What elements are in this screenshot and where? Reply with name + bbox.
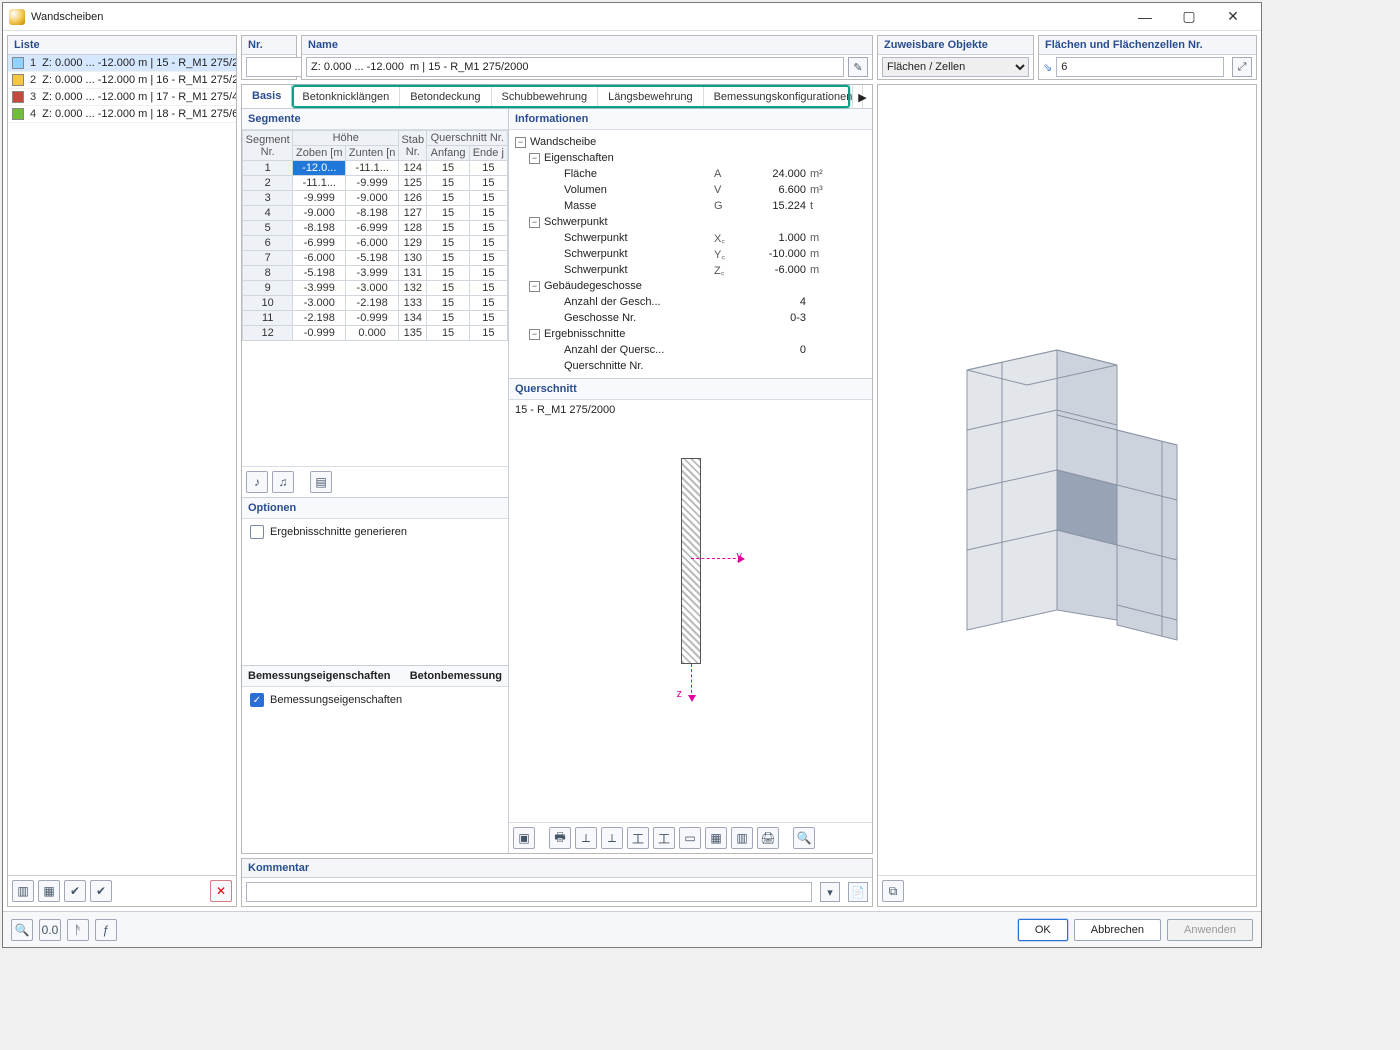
nr-field: Nr. — [241, 35, 297, 80]
axis-y-label: y — [737, 550, 743, 562]
flaechen-label: Flächen und Flächenzellen Nr. — [1039, 36, 1256, 55]
cancel-button[interactable]: Abbrechen — [1074, 919, 1161, 941]
building-3d-icon — [907, 310, 1227, 650]
qs-tool-4[interactable]: ⟂ — [601, 827, 623, 849]
tab-l-ngsbewehrung[interactable]: Längsbewehrung — [598, 85, 703, 108]
segments-table[interactable]: SegmentNr.HöheStabNr.Querschnitt Nr. Zob… — [242, 130, 508, 341]
qs-cross-section — [681, 458, 701, 664]
list-panel: Liste 1Z: 0.000 ... -12.000 m | 15 - R_M… — [7, 35, 237, 907]
zuweisbare-label: Zuweisbare Objekte — [878, 36, 1033, 55]
seg-tool-1[interactable]: ♪ — [246, 471, 268, 493]
optionen-title: Optionen — [242, 498, 508, 519]
flaechen-input[interactable] — [1056, 57, 1224, 77]
flaechen-link-icon: ⇘ — [1043, 61, 1052, 74]
kommentar-pick[interactable]: 📄 — [848, 882, 868, 902]
qs-tool-9[interactable]: ▥ — [731, 827, 753, 849]
list-item[interactable]: 4Z: 0.000 ... -12.000 m | 18 - R_M1 275/… — [8, 106, 236, 123]
list-item[interactable]: 1Z: 0.000 ... -12.000 m | 15 - R_M1 275/… — [8, 55, 236, 72]
kommentar-title: Kommentar — [242, 859, 872, 878]
axis-z — [691, 664, 692, 698]
checkbox-icon — [250, 525, 264, 539]
minimize-button[interactable]: — — [1123, 3, 1167, 31]
qs-canvas: y z — [509, 420, 872, 822]
qs-tool-11[interactable]: 🔍 — [793, 827, 815, 849]
kommentar-input[interactable] — [246, 882, 812, 902]
flaechen-pick-button[interactable]: ⤢ — [1232, 57, 1252, 77]
kommentar-dropdown[interactable]: ▾ — [820, 882, 840, 902]
tab-basis[interactable]: Basis — [242, 85, 292, 108]
tab-bar: BasisBetonknicklängenBetondeckungSchubbe… — [242, 85, 872, 109]
zuweisbare-select[interactable]: Flächen / Zellen — [882, 57, 1029, 77]
3d-view[interactable] — [878, 85, 1256, 875]
nr-label: Nr. — [242, 36, 296, 55]
qs-tool-8[interactable]: ▦ — [705, 827, 727, 849]
segments-title: Segmente — [242, 109, 508, 130]
zuweisbare-field: Zuweisbare Objekte Flächen / Zellen — [877, 35, 1034, 80]
axis-y — [691, 558, 741, 559]
bem-right: Betonbemessung — [410, 670, 502, 682]
info-tree[interactable]: −Wandscheibe−EigenschaftenFlächeA24.000m… — [509, 130, 872, 378]
flaechen-field: Flächen und Flächenzellen Nr. ⇘ ⤢ — [1038, 35, 1257, 80]
list-tool-4[interactable]: ✔ — [90, 880, 112, 902]
window-title: Wandscheiben — [31, 11, 1123, 23]
tab-betondeckung[interactable]: Betondeckung — [400, 85, 491, 108]
list-item[interactable]: 3Z: 0.000 ... -12.000 m | 17 - R_M1 275/… — [8, 89, 236, 106]
info-title: Informationen — [509, 109, 872, 130]
tab-betonknickl-ngen[interactable]: Betonknicklängen — [292, 85, 400, 108]
name-field: Name ✎ — [301, 35, 873, 80]
name-edit-button[interactable]: ✎ — [848, 57, 868, 77]
list-title: Liste — [8, 36, 236, 55]
apply-button[interactable]: Anwenden — [1167, 919, 1253, 941]
qs-name: 15 - R_M1 275/2000 — [509, 400, 872, 420]
footer-tool-1[interactable]: 🔍 — [11, 919, 33, 941]
ergebnisschnitte-checkbox[interactable]: Ergebnisschnitte generieren — [242, 519, 508, 545]
seg-tool-2[interactable]: ♫ — [272, 471, 294, 493]
list-item[interactable]: 2Z: 0.000 ... -12.000 m | 16 - R_M1 275/… — [8, 72, 236, 89]
qs-tool-1[interactable]: ▣ — [513, 827, 535, 849]
view3d-tool[interactable]: ⧉ — [882, 880, 904, 902]
qs-tool-5[interactable]: 工 — [627, 827, 649, 849]
name-label: Name — [302, 36, 872, 55]
close-button[interactable]: ✕ — [1211, 3, 1255, 31]
qs-tool-7[interactable]: ▭ — [679, 827, 701, 849]
app-icon — [9, 9, 25, 25]
list-tool-2[interactable]: ▦ — [38, 880, 60, 902]
checkbox-icon: ✓ — [250, 693, 264, 707]
name-input[interactable] — [306, 57, 844, 77]
ok-button[interactable]: OK — [1018, 919, 1068, 941]
delete-button[interactable]: ✕ — [210, 880, 232, 902]
qs-tool-10[interactable]: 🖨 — [757, 827, 779, 849]
qs-title: Querschnitt — [509, 379, 872, 400]
footer-tool-2[interactable]: 0.0 — [39, 919, 61, 941]
bem-checkbox[interactable]: ✓ Bemessungseigenschaften — [242, 687, 508, 713]
maximize-button[interactable]: ▢ — [1167, 3, 1211, 31]
titlebar: Wandscheiben — ▢ ✕ — [3, 3, 1261, 31]
tab-schubbewehrung[interactable]: Schubbewehrung — [492, 85, 599, 108]
qs-tool-2[interactable]: 🖶 — [549, 827, 571, 849]
ergebnisschnitte-label: Ergebnisschnitte generieren — [270, 526, 407, 538]
footer-tool-3[interactable]: ᚫ — [67, 919, 89, 941]
tab-scroll-right[interactable]: ▶ — [852, 85, 872, 109]
axis-z-label: z — [677, 688, 683, 700]
bem-label: Bemessungseigenschaften — [270, 694, 402, 706]
list-tool-3[interactable]: ✔ — [64, 880, 86, 902]
tab-bemessungskonfigurationen[interactable]: Bemessungskonfigurationen — [704, 85, 864, 108]
list-tool-1[interactable]: ▥ — [12, 880, 34, 902]
qs-tool-6[interactable]: 工 — [653, 827, 675, 849]
footer-tool-4[interactable]: ƒ — [95, 919, 117, 941]
bem-title: Bemessungseigenschaften — [248, 670, 390, 682]
list-items[interactable]: 1Z: 0.000 ... -12.000 m | 15 - R_M1 275/… — [8, 55, 236, 875]
qs-tool-3[interactable]: ⟂ — [575, 827, 597, 849]
seg-tool-3[interactable]: ▤ — [310, 471, 332, 493]
